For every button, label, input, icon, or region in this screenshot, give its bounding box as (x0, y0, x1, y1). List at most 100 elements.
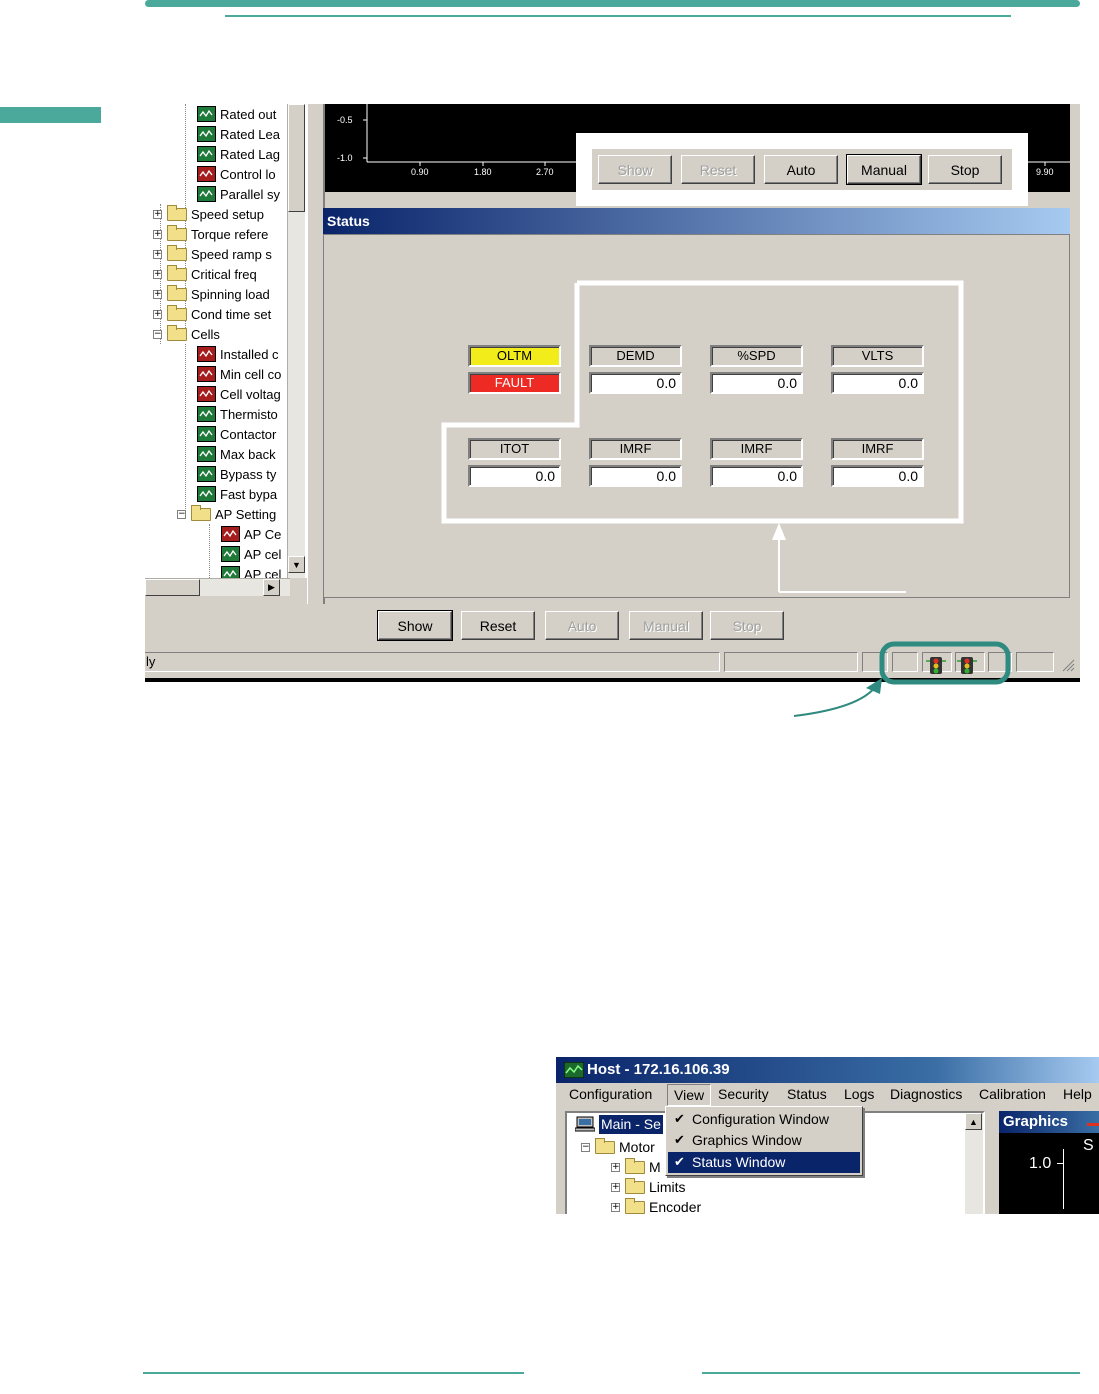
scroll-up-button[interactable]: ▲ (965, 1113, 982, 1130)
menu-status[interactable]: Status (787, 1086, 827, 1102)
expand-icon[interactable]: + (153, 289, 162, 299)
tree-horizontal-scrollbar[interactable]: ▶ (145, 578, 290, 596)
menu-item-status-window[interactable]: ✔ Status Window (668, 1152, 860, 1173)
expand-icon[interactable]: + (153, 209, 162, 219)
menu-calibration[interactable]: Calibration (979, 1086, 1046, 1102)
expand-icon[interactable]: + (153, 269, 162, 279)
tree-node[interactable]: + M (611, 1157, 661, 1175)
tree-item-label: Fast bypa (220, 486, 278, 502)
tree-item-label: AP cel (244, 566, 282, 579)
scroll-right-button[interactable]: ▶ (263, 579, 280, 596)
tree-item[interactable]: AP cel (221, 544, 281, 564)
tree-item[interactable]: + Speed setup (153, 204, 264, 224)
tree-item[interactable]: Rated Lea (197, 124, 280, 144)
menu-diagnostics[interactable]: Diagnostics (890, 1086, 962, 1102)
parameter-red-icon (197, 346, 216, 362)
host-view-menu-screenshot: Host - 172.16.106.39 Configuration View … (556, 1057, 1099, 1214)
show-button[interactable]: Show (598, 155, 672, 184)
tree-item[interactable]: AP cel (221, 564, 281, 578)
parameter-green-icon (197, 406, 216, 422)
scroll-thumb[interactable] (145, 579, 200, 596)
tree-item[interactable]: Min cell co (197, 364, 281, 384)
tree-item[interactable]: Installed c (197, 344, 279, 364)
menu-configuration[interactable]: Configuration (569, 1086, 652, 1102)
tree-item[interactable]: Cell voltag (197, 384, 281, 404)
tree-item[interactable]: + Critical freq (153, 264, 257, 284)
tree-item-label: AP cel (244, 546, 282, 562)
tree-item-label: Parallel sy (220, 186, 280, 202)
header-rule-thin (225, 15, 1011, 17)
menu-item-label: Configuration Window (692, 1111, 829, 1127)
reset-button[interactable]: Reset (461, 611, 535, 640)
menu-security[interactable]: Security (718, 1086, 769, 1102)
imrf-label: IMRF (589, 438, 682, 460)
margin-tab (0, 107, 101, 123)
fault-indicator: FAULT (468, 372, 561, 394)
menu-logs[interactable]: Logs (844, 1086, 874, 1102)
imrf-label: IMRF (710, 438, 803, 460)
tree-item[interactable]: Control lo (197, 164, 276, 184)
menu-help[interactable]: Help (1063, 1086, 1092, 1102)
tree-item[interactable]: Rated Lag (197, 144, 280, 164)
parameter-red-icon (197, 386, 216, 402)
tree-item[interactable]: − AP Setting (177, 504, 276, 524)
tree-item[interactable]: Bypass ty (197, 464, 276, 484)
expand-icon[interactable]: + (153, 229, 162, 239)
auto-button[interactable]: Auto (545, 611, 619, 640)
parameter-red-icon (221, 526, 240, 542)
scroll-down-button[interactable]: ▼ (288, 556, 305, 573)
show-button[interactable]: Show (377, 610, 453, 641)
tree-guide (209, 524, 210, 578)
parameter-green-icon (197, 186, 216, 202)
tree-item-label: Min cell co (220, 366, 282, 382)
vlts-label: VLTS (831, 345, 924, 367)
tree-node[interactable]: + Limits (611, 1177, 686, 1195)
tree-node-label: Encoder (649, 1199, 702, 1214)
tree-item[interactable]: Parallel sy (197, 184, 280, 204)
tree-item[interactable]: − Cells (153, 324, 220, 344)
expand-icon[interactable]: + (153, 309, 162, 319)
tree-item[interactable]: Max back (197, 444, 276, 464)
tree-item[interactable]: Contactor (197, 424, 276, 444)
reset-button[interactable]: Reset (681, 155, 755, 184)
imrf-value: 0.0 (589, 465, 682, 487)
manual-button[interactable]: Manual (846, 154, 922, 185)
tree-item[interactable]: + Cond time set (153, 304, 271, 324)
y-tick-label: -0.5 (337, 115, 353, 125)
manual-button[interactable]: Manual (629, 611, 703, 640)
stop-button[interactable]: Stop (928, 155, 1002, 184)
menu-item-graphics-window[interactable]: ✔ Graphics Window (668, 1130, 860, 1151)
tree-node[interactable]: + Encoder (611, 1197, 702, 1214)
scroll-thumb[interactable] (288, 104, 305, 212)
tree-node-label: Motor (619, 1139, 655, 1155)
tree-item[interactable]: Rated out (197, 104, 276, 124)
resize-grip-icon[interactable] (1061, 658, 1075, 672)
tree-item[interactable]: AP Ce (221, 524, 281, 544)
status-window-title: Status (323, 208, 1070, 234)
tree-item[interactable]: + Torque refere (153, 224, 268, 244)
stop-button[interactable]: Stop (710, 611, 784, 640)
tree-item[interactable]: Fast bypa (197, 484, 277, 504)
footer-rule-right (702, 1372, 1080, 1374)
tree-vertical-scrollbar[interactable]: ▼ (287, 104, 305, 578)
tree-guide (185, 344, 186, 519)
tree-root[interactable]: Main - Se (599, 1115, 663, 1134)
tree-node[interactable]: − Motor (581, 1137, 655, 1155)
menu-view[interactable]: View (667, 1084, 712, 1106)
tree-item-label: Rated Lea (220, 126, 280, 142)
expand-icon[interactable]: + (153, 249, 162, 259)
collapse-icon[interactable]: − (177, 509, 186, 519)
plot-label: S (1083, 1137, 1094, 1154)
tree-item[interactable]: Thermisto (197, 404, 278, 424)
status-cell (1016, 652, 1054, 672)
tree-item[interactable]: + Spinning load (153, 284, 270, 304)
tree-item-label: Thermisto (220, 406, 278, 422)
tree-item[interactable]: + Speed ramp s (153, 244, 272, 264)
highlight-outline (441, 280, 964, 593)
collapse-icon[interactable]: − (153, 329, 162, 339)
menu-item-label: Graphics Window (692, 1132, 802, 1148)
menu-item-configuration-window[interactable]: ✔ Configuration Window (668, 1109, 860, 1130)
auto-button[interactable]: Auto (764, 155, 838, 184)
host-tree-scrollbar[interactable]: ▲ (965, 1113, 983, 1214)
parameter-tree: Rated out Rated Lea Rated Lag Control lo Par… (145, 104, 307, 578)
